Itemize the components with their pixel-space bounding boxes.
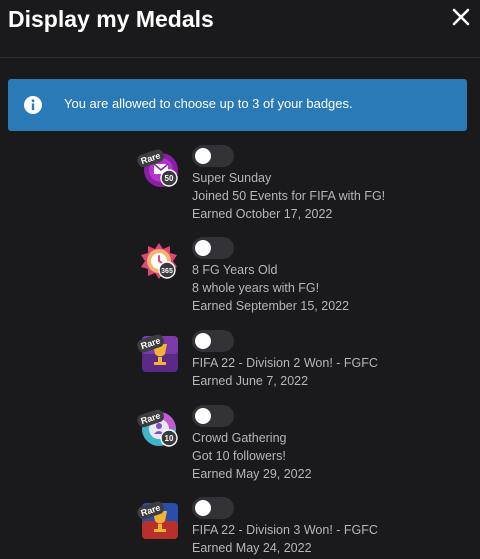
- count-label: 50: [165, 174, 174, 183]
- medal-name: Crowd Gathering: [192, 431, 287, 445]
- medal-item: Rare FIFA 22 - Division 3 Won! - FGFC Ea…: [134, 497, 454, 559]
- toggle-knob: [195, 500, 211, 516]
- alert-message: You are allowed to choose up to 3 of you…: [64, 96, 353, 111]
- medal-name: FIFA 22 - Division 2 Won! - FGFC: [192, 356, 378, 370]
- medal-earned-date: Earned June 7, 2022: [192, 374, 309, 388]
- toggle-knob: [195, 148, 211, 164]
- medal-item: Rare 50 Super Sunday Joined 50 Events fo…: [134, 145, 454, 225]
- medal-item: Rare FIFA 22 - Division 2 Won! - FGFC Ea…: [134, 330, 454, 410]
- display-toggle[interactable]: [192, 145, 234, 167]
- display-toggle[interactable]: [192, 405, 234, 427]
- medal-item: 365 8 FG Years Old 8 whole years with FG…: [134, 237, 454, 317]
- clock-badge-icon: 365: [141, 243, 177, 279]
- count-label: 10: [165, 434, 174, 443]
- medal-earned-date: Earned May 24, 2022: [192, 541, 312, 555]
- info-alert: You are allowed to choose up to 3 of you…: [8, 79, 467, 131]
- medal-earned-date: Earned September 15, 2022: [192, 299, 350, 313]
- medal-item: Rare 10 Crowd Gathering Got 10 followers…: [134, 405, 454, 485]
- toggle-knob: [195, 408, 211, 424]
- display-toggle[interactable]: [192, 497, 234, 519]
- medal-earned-date: Earned October 17, 2022: [192, 207, 333, 221]
- medal-name: FIFA 22 - Division 3 Won! - FGFC: [192, 523, 378, 537]
- envelope-badge-icon: Rare 50: [137, 149, 178, 187]
- count-label: 365: [161, 268, 173, 275]
- toggle-knob: [195, 240, 211, 256]
- display-toggle[interactable]: [192, 330, 234, 352]
- dialog-title: Display my Medals: [8, 6, 214, 32]
- medal-description: Got 10 followers!: [192, 449, 286, 463]
- medal-name: 8 FG Years Old: [192, 263, 278, 277]
- medal-name: Super Sunday: [192, 171, 272, 185]
- trophy-badge-icon: Rare: [137, 501, 178, 539]
- followers-badge-icon: Rare 10: [137, 409, 178, 447]
- medal-description: Joined 50 Events for FIFA with FG!: [192, 189, 386, 203]
- dialog-header: Display my Medals: [0, 0, 480, 58]
- medal-description: 8 whole years with FG!: [192, 281, 320, 295]
- info-icon: [24, 96, 42, 114]
- close-icon[interactable]: [450, 6, 472, 28]
- display-toggle[interactable]: [192, 237, 234, 259]
- toggle-knob: [195, 333, 211, 349]
- medal-earned-date: Earned May 29, 2022: [192, 467, 312, 481]
- trophy-badge-icon: Rare: [137, 334, 178, 372]
